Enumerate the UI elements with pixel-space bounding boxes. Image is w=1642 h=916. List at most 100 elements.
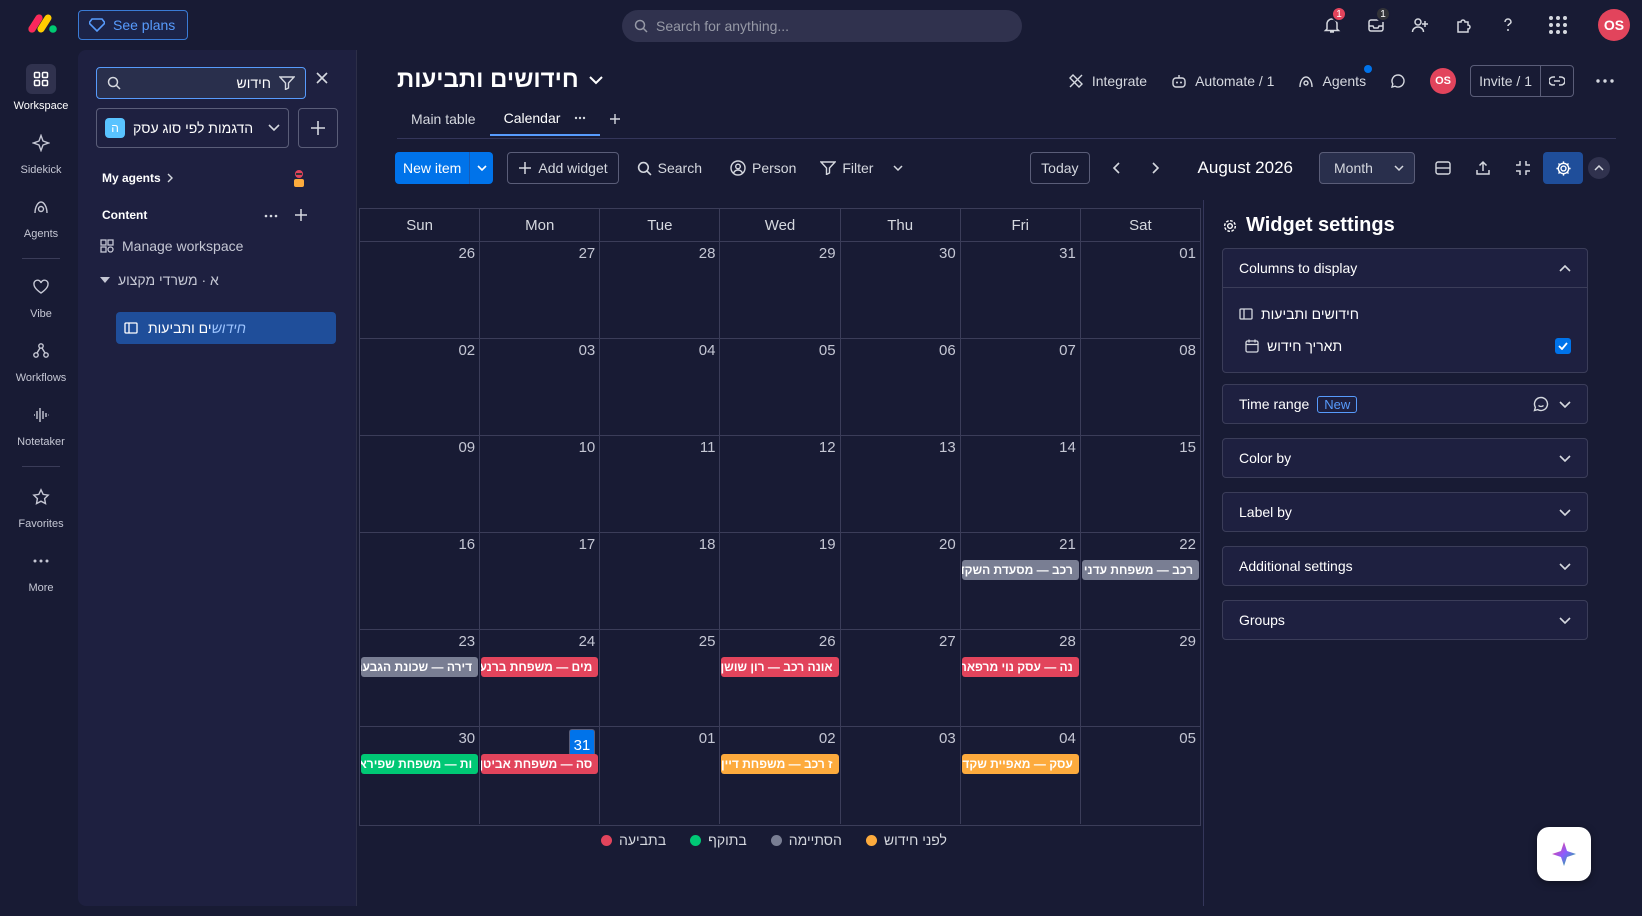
sidebar-search-input[interactable]: חידוש [96, 67, 306, 99]
calendar-day-cell[interactable]: 06 [841, 339, 961, 435]
agent-avatar[interactable] [290, 168, 308, 188]
calendar-day-cell[interactable]: 22 רכב — משפחת עדני [1081, 533, 1200, 629]
calendar-day-cell[interactable]: 29 [720, 242, 841, 338]
calendar-day-cell[interactable]: 09 [360, 436, 481, 532]
view-mode-select[interactable]: Month [1319, 152, 1415, 184]
add-widget-button[interactable]: Add widget [507, 152, 619, 184]
calendar-day-cell[interactable]: 01 [600, 727, 721, 824]
prev-month-button[interactable] [1096, 152, 1136, 184]
calendar-event[interactable]: מים — משפחת ברנע [481, 657, 599, 677]
calendar-day-cell[interactable]: 19 [720, 533, 841, 629]
calendar-day-cell[interactable]: 25 [600, 630, 721, 726]
label-by-section[interactable]: Label by [1222, 492, 1588, 532]
product-switcher-button[interactable] [1530, 0, 1586, 50]
dots-icon[interactable] [574, 116, 586, 120]
calendar-event[interactable]: ז רכב — משפחת דיין [721, 754, 839, 774]
invite-button[interactable]: Invite / 1 [1470, 65, 1574, 97]
help-button[interactable] [1486, 0, 1530, 50]
color-by-section[interactable]: Color by [1222, 438, 1588, 478]
manage-workspace-link[interactable]: Manage workspace [100, 238, 243, 254]
calendar-event[interactable]: עסק — מאפיית שקד [961, 754, 1079, 774]
time-range-section[interactable]: Time range New [1222, 384, 1588, 424]
close-search-button[interactable] [316, 72, 328, 84]
calendar-day-cell[interactable]: 21 רכב — מסעדת השקד [961, 533, 1081, 629]
rail-item-workflows[interactable]: Workflows [0, 336, 82, 384]
tab-main-table[interactable]: Main table [397, 102, 490, 136]
calendar-day-cell[interactable]: 14 [961, 436, 1081, 532]
board-owner-avatar[interactable]: OS [1420, 65, 1466, 97]
add-to-workspace-button[interactable] [298, 108, 338, 148]
column-checkbox[interactable] [1555, 338, 1571, 354]
rail-item-vibe[interactable]: Vibe [0, 272, 82, 320]
my-agents-link[interactable]: My agents [102, 171, 173, 185]
calendar-day-cell[interactable]: 24 מים — משפחת ברנע [480, 630, 601, 726]
workspace-dropdown[interactable]: ה הדגמות לפי סוג עסק [96, 108, 289, 148]
next-month-button[interactable] [1136, 152, 1176, 184]
collapse-header-button[interactable] [1583, 152, 1615, 184]
add-view-button[interactable] [600, 102, 630, 136]
content-more-button[interactable] [264, 214, 278, 218]
calendar-event[interactable]: נה — עסק נוי מרפאה [961, 657, 1079, 677]
calendar-day-cell[interactable]: 07 [961, 339, 1081, 435]
calendar-day-cell[interactable]: 11 [600, 436, 721, 532]
widget-settings-button[interactable] [1543, 152, 1583, 184]
today-button[interactable]: Today [1030, 152, 1090, 184]
calendar-day-cell[interactable]: 10 [480, 436, 601, 532]
person-filter-button[interactable]: Person [720, 152, 806, 184]
calendar-event[interactable]: ות — משפחת שפירא [361, 754, 479, 774]
calendar-day-cell[interactable]: 18 [600, 533, 721, 629]
search-button[interactable]: Search [627, 152, 712, 184]
calendar-day-cell[interactable]: 03 [480, 339, 601, 435]
new-item-dropdown[interactable] [469, 152, 493, 184]
calendar-day-cell[interactable]: 03 [841, 727, 961, 824]
calendar-day-cell[interactable]: 31 סה — משפחת אביטן [480, 727, 601, 824]
chevron-down-icon[interactable] [893, 165, 904, 171]
rail-item-notetaker[interactable]: Notetaker [0, 400, 82, 448]
collapse-view-button[interactable] [1423, 152, 1463, 184]
updates-button[interactable] [1380, 65, 1416, 97]
calendar-day-cell[interactable]: 26 אונה רכב — רון שושן [720, 630, 841, 726]
calendar-event[interactable]: רכב — מסעדת השקד [961, 560, 1079, 580]
groups-section[interactable]: Groups [1222, 600, 1588, 640]
board-title[interactable]: חידושים ותביעות [397, 66, 603, 94]
user-avatar-button[interactable]: OS [1586, 0, 1642, 50]
calendar-event[interactable]: אונה רכב — רון שושן [721, 657, 839, 677]
calendar-event[interactable]: סה — משפחת אביטן [481, 754, 599, 774]
calendar-day-cell[interactable]: 29 [1081, 630, 1200, 726]
fullscreen-button[interactable] [1503, 152, 1543, 184]
calendar-day-cell[interactable]: 27 [841, 630, 961, 726]
notifications-button[interactable]: 1 [1310, 0, 1354, 50]
see-plans-button[interactable]: See plans [78, 10, 189, 40]
calendar-day-cell[interactable]: 16 [360, 533, 481, 629]
integrate-button[interactable]: Integrate [1058, 65, 1157, 97]
filter-icon[interactable] [279, 76, 295, 90]
column-option-date[interactable]: תאריך חידוש [1239, 330, 1571, 362]
tab-calendar[interactable]: Calendar [489, 102, 601, 136]
calendar-day-cell[interactable]: 26 [360, 242, 481, 338]
calendar-day-cell[interactable]: 27 [480, 242, 601, 338]
content-add-button[interactable] [294, 208, 308, 222]
feedback-icon[interactable] [1533, 396, 1549, 412]
apps-button[interactable] [1442, 0, 1486, 50]
filter-button[interactable]: Filter [810, 152, 913, 184]
calendar-day-cell[interactable]: 05 [1081, 727, 1200, 824]
ai-assistant-button[interactable] [1537, 827, 1591, 881]
rail-item-more[interactable]: More [0, 546, 82, 594]
calendar-day-cell[interactable]: 12 [720, 436, 841, 532]
calendar-day-cell[interactable]: 28 נה — עסק נוי מרפאה [961, 630, 1081, 726]
export-button[interactable] [1463, 152, 1503, 184]
calendar-day-cell[interactable]: 15 [1081, 436, 1200, 532]
board-more-button[interactable] [1578, 65, 1626, 97]
global-search-input[interactable]: Search for anything... [622, 10, 1022, 42]
calendar-day-cell[interactable]: 05 [720, 339, 841, 435]
calendar-day-cell[interactable]: 20 [841, 533, 961, 629]
automate-button[interactable]: Automate / 1 [1161, 65, 1284, 97]
additional-settings-section[interactable]: Additional settings [1222, 546, 1588, 586]
calendar-day-cell[interactable]: 01 [1081, 242, 1200, 338]
calendar-day-cell[interactable]: 28 [600, 242, 721, 338]
rail-item-favorites[interactable]: Favorites [0, 482, 82, 530]
calendar-day-cell[interactable]: 04 עסק — מאפיית שקד [961, 727, 1081, 824]
calendar-day-cell[interactable]: 31 [961, 242, 1081, 338]
calendar-event[interactable]: רכב — משפחת עדני [1081, 560, 1199, 580]
calendar-day-cell[interactable]: 23 דירה — שכונת הגבעה [360, 630, 481, 726]
